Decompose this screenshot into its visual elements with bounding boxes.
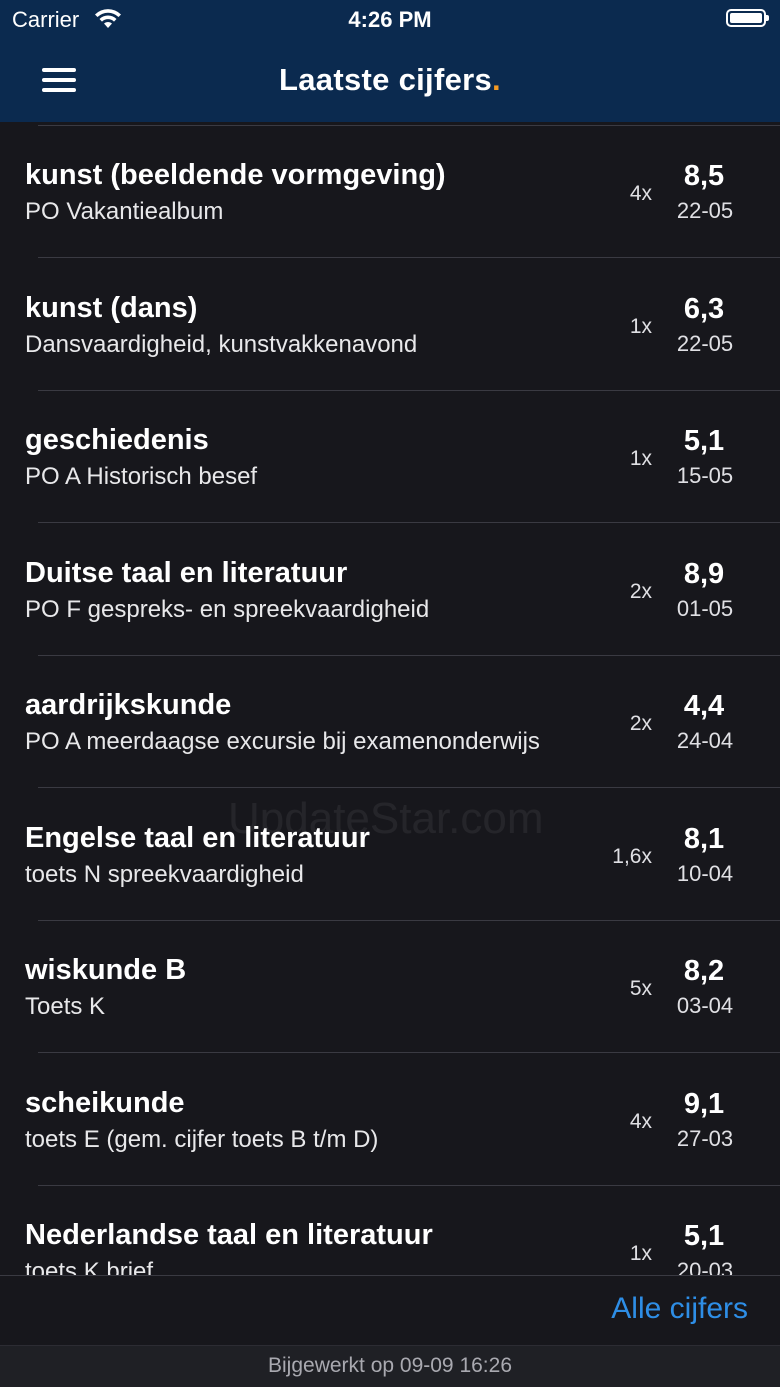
clock: 4:26 PM: [348, 7, 432, 32]
grade-value: 9,1: [683, 1087, 725, 1120]
grade-description: PO Vakantiealbum: [25, 198, 224, 225]
grade-subject: kunst (beeldende vormgeving): [25, 159, 446, 191]
grade-row[interactable]: kunst (beeldende vormgeving) PO Vakantiea…: [0, 126, 780, 258]
grade-subject: scheikunde: [25, 1086, 185, 1119]
grade-weight: 5x: [629, 977, 652, 1000]
grade-date: 15-05: [676, 463, 734, 488]
grade-subject: aardrijkskunde: [25, 689, 232, 721]
grade-row[interactable]: Duitse taal en literatuur PO F gespreks- …: [0, 524, 780, 656]
last-updated-label: Bijgewerkt op 09-09 16:26: [268, 1354, 512, 1377]
grade-description: Dansvaardigheid, kunstvakkenavond: [25, 330, 418, 358]
grade-weight: 1x: [629, 1242, 652, 1265]
status-bar: Carrier 4:26 PM: [0, 0, 780, 40]
grade-description: toets N spreekvaardigheid: [25, 860, 304, 888]
grade-subject: Nederlandse taal en literatuur: [25, 1219, 433, 1251]
grade-description: PO F gespreks- en spreekvaardigheid: [25, 595, 430, 623]
grade-date: 20-03: [676, 1258, 734, 1275]
grade-weight: 1x: [629, 314, 652, 338]
grade-row[interactable]: wiskunde B Toets K 5x 8,2 03-04: [0, 921, 780, 1053]
grade-weight: 4x: [629, 1109, 652, 1133]
grade-weight: 1,6x: [612, 844, 652, 868]
grade-description: PO A Historisch besef: [25, 463, 258, 490]
grade-date: 03-04: [676, 993, 734, 1018]
grade-value: 8,9: [683, 557, 725, 590]
navigation-bar: Carrier 4:26 PM Laatste cijfers.: [0, 0, 780, 122]
grade-value: 8,1: [683, 822, 725, 855]
grade-row[interactable]: geschiedenis PO A Historisch besef 1x 5,1 15…: [0, 391, 780, 523]
grade-value: 5,1: [683, 425, 725, 457]
grade-description: toets K brief: [25, 1258, 154, 1275]
grade-date: 10-04: [676, 860, 734, 886]
grade-row[interactable]: kunst (dans) Dansvaardigheid, kunstvakken…: [0, 259, 780, 391]
grade-value: 8,2: [683, 955, 725, 987]
title-accent-dot: .: [492, 62, 501, 97]
grade-value: 5,1: [683, 1220, 725, 1252]
grade-description: PO A meerdaagse excursie bij examenonder…: [25, 728, 540, 755]
grade-weight: 1x: [629, 447, 652, 470]
grades-list[interactable]: kunst (beeldende vormgeving) PO Vakantiea…: [0, 122, 780, 1275]
grade-date: 01-05: [676, 595, 734, 621]
grade-weight: 2x: [629, 579, 652, 603]
grade-subject: Duitse taal en literatuur: [25, 556, 348, 589]
update-status-bar: Bijgewerkt op 09-09 16:26: [0, 1345, 780, 1387]
grade-subject: geschiedenis: [25, 424, 209, 456]
grade-date: 24-04: [676, 728, 734, 753]
grade-value: 4,4: [683, 690, 725, 722]
grade-subject: wiskunde B: [25, 954, 187, 986]
footer-actions: Alle cijfers: [0, 1275, 780, 1345]
grade-value: 8,5: [683, 160, 725, 192]
page-title: Laatste cijfers.: [279, 62, 501, 97]
grade-date: 22-05: [676, 198, 734, 223]
grade-subject: kunst (dans): [25, 291, 198, 324]
grade-value: 6,3: [683, 292, 725, 325]
grade-weight: 2x: [629, 712, 652, 735]
all-grades-link[interactable]: Alle cijfers: [611, 1292, 748, 1326]
watermark: UpdateStar.com: [228, 794, 544, 843]
grade-description: toets E (gem. cijfer toets B t/m D): [25, 1125, 379, 1153]
grade-weight: 4x: [629, 182, 652, 205]
grade-row[interactable]: Nederlandse taal en literatuur toets K br…: [0, 1186, 780, 1275]
grade-description: Toets K: [25, 993, 106, 1020]
grade-row[interactable]: scheikunde toets E (gem. cijfer toets B t…: [0, 1054, 780, 1186]
grade-date: 27-03: [676, 1125, 734, 1151]
grade-date: 22-05: [676, 330, 734, 356]
battery-icon: [726, 9, 769, 27]
grade-row[interactable]: aardrijkskunde PO A meerdaagse excursie b…: [0, 656, 780, 788]
